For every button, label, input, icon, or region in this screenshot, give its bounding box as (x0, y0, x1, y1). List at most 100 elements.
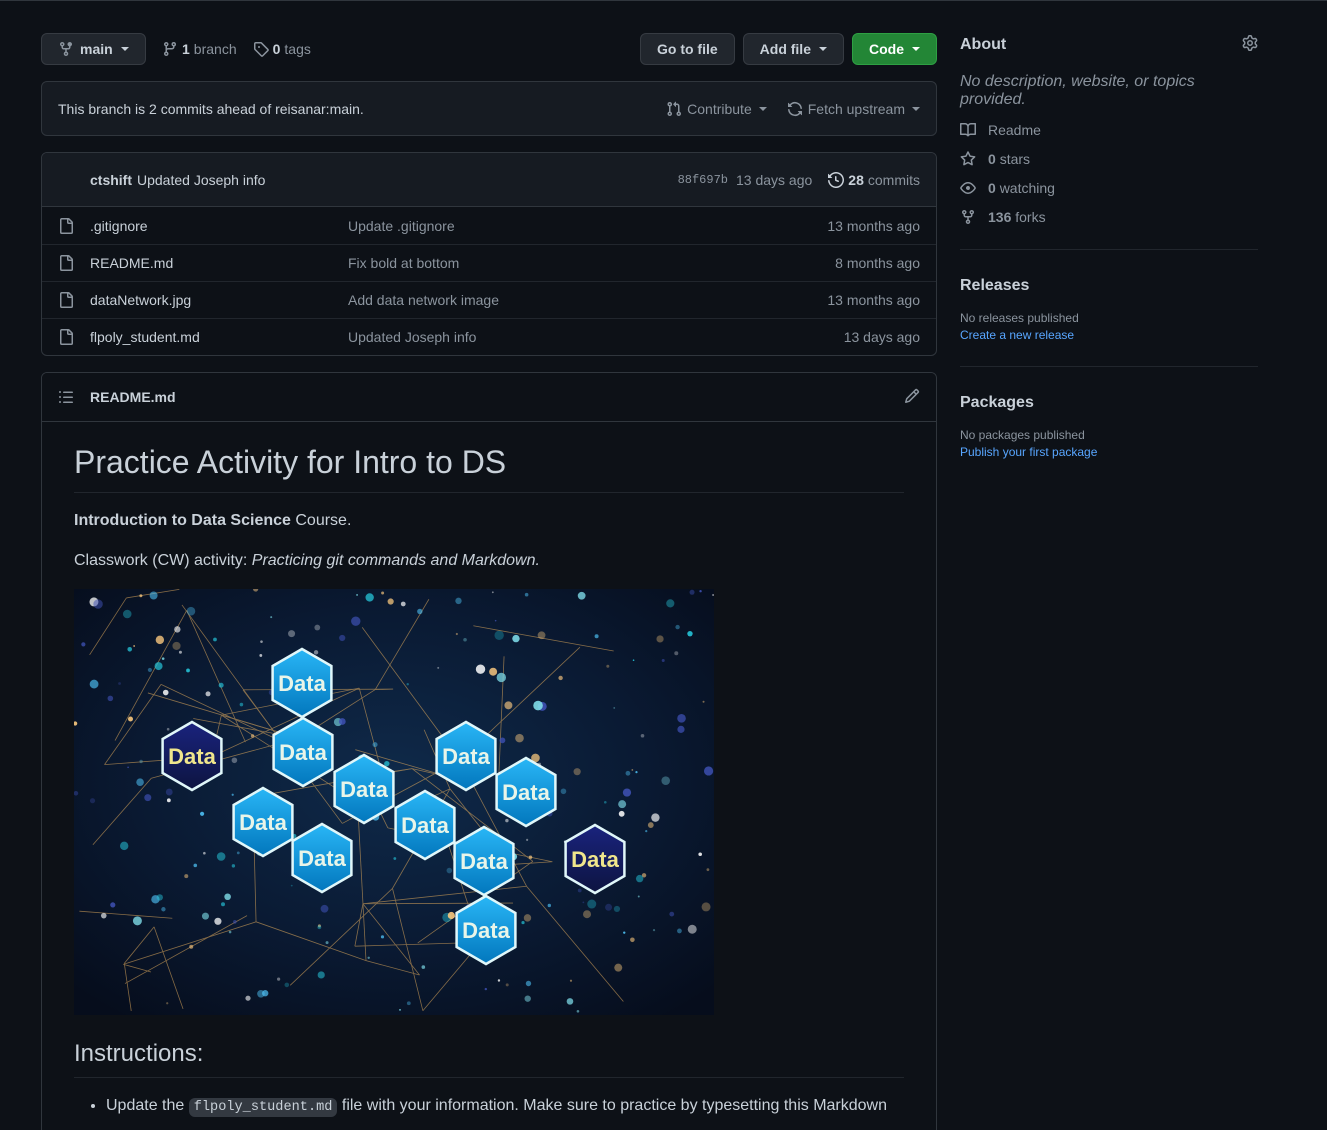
gear-icon[interactable] (1242, 34, 1258, 56)
star-icon (960, 151, 976, 166)
sync-icon (787, 101, 802, 116)
eye-icon (960, 182, 976, 194)
data-hexagon-label: Data (298, 846, 346, 871)
latest-commit-bar: ctshift Updated Joseph info 88f697b 13 d… (42, 153, 936, 207)
file-icon (60, 329, 73, 345)
data-hexagon-label: Data (571, 847, 619, 872)
branch-select-button[interactable]: main (41, 33, 146, 65)
pull-request-icon (667, 101, 682, 116)
about-header: About (960, 33, 1258, 57)
file-navigation: main 1 branch 0 tags Go to file Add file… (41, 33, 937, 65)
file-name[interactable]: flpoly_student.md (90, 329, 348, 345)
divider (960, 249, 1258, 250)
packages-title[interactable]: Packages (960, 391, 1258, 415)
bullet-lead: Update the (106, 1097, 189, 1114)
commits-history-link[interactable]: 28 commits (828, 172, 920, 188)
bullet-rest: file with your information. Make sure to… (337, 1097, 887, 1114)
file-commit-message[interactable]: Fix bold at bottom (348, 255, 459, 271)
readme-link[interactable]: Readme (960, 122, 1258, 138)
commits-label: commits (867, 171, 920, 188)
watchers-link[interactable]: 0 watching (960, 180, 1258, 196)
data-hexagon-label: Data (340, 777, 388, 802)
file-name[interactable]: dataNetwork.jpg (90, 292, 348, 308)
add-file-label: Add file (759, 41, 811, 57)
releases-title[interactable]: Releases (960, 274, 1258, 298)
about-title: About (960, 36, 1007, 53)
tags-count: 0 (272, 41, 281, 57)
ahead-text: This branch is 2 commits ahead of reisan… (58, 100, 364, 117)
forks-label: forks (1015, 209, 1046, 225)
fetch-upstream-button[interactable]: Fetch upstream (787, 101, 920, 117)
instructions-heading: Instructions: (74, 1039, 904, 1078)
go-to-file-button[interactable]: Go to file (639, 33, 735, 65)
branches-link[interactable]: 1 branch (162, 41, 237, 57)
data-hexagon-label: Data (442, 744, 490, 769)
branches-label: branch (193, 41, 237, 57)
data-hexagon-label: Data (279, 740, 327, 765)
fetch-upstream-label: Fetch upstream (807, 100, 905, 117)
table-row[interactable]: dataNetwork.jpg Add data network image 13 … (42, 281, 936, 318)
stars-label: stars (999, 151, 1031, 167)
readme-label: Readme (988, 122, 1041, 138)
publish-package-link[interactable]: Publish your first package (960, 445, 1258, 459)
create-release-link[interactable]: Create a new release (960, 328, 1258, 342)
file-commit-age: 8 months ago (835, 255, 920, 271)
readme-content: Practice Activity for Intro to DS Introd… (42, 422, 936, 1130)
data-hexagon-label: Data (460, 849, 508, 874)
table-row[interactable]: README.md Fix bold at bottom 8 months ago (42, 244, 936, 281)
forks-count: 136 (988, 209, 1012, 225)
list-item: Update the flpoly_student.md file with y… (106, 1094, 904, 1120)
tags-link[interactable]: 0 tags (253, 41, 311, 57)
repo-sidebar: About No description, website, or topics… (960, 33, 1258, 459)
about-description: No description, website, or topics provi… (960, 73, 1195, 108)
no-packages-text: No packages published (960, 428, 1085, 442)
instructions-list: Update the flpoly_student.md file with y… (74, 1094, 904, 1120)
history-icon (828, 171, 845, 188)
data-hexagon-label: Data (502, 780, 550, 805)
data-network-image: Data Data Data Data Data Data Data Data Data Data… (74, 589, 714, 1015)
git-branch-icon (60, 42, 72, 57)
branch-ahead-notice: This branch is 2 commits ahead of reisan… (41, 81, 937, 136)
file-name[interactable]: README.md (90, 255, 348, 271)
commit-message[interactable]: Updated Joseph info (137, 172, 265, 188)
file-commit-message[interactable]: Updated Joseph info (348, 329, 476, 345)
divider (960, 366, 1258, 367)
commits-count: 28 (848, 171, 864, 188)
list-unordered-icon[interactable] (58, 389, 74, 405)
activity-lead: Classwork (CW) activity: (74, 552, 252, 569)
tags-label: tags (284, 41, 311, 57)
file-commit-age: 13 months ago (827, 217, 920, 234)
file-commit-age: 13 days ago (843, 329, 920, 345)
commit-author[interactable]: ctshift (90, 172, 132, 188)
readme-filename[interactable]: README.md (90, 389, 176, 405)
file-commit-age: 13 months ago (827, 292, 920, 308)
file-commit-message[interactable]: Add data network image (348, 292, 499, 308)
forks-link[interactable]: 136 forks (960, 209, 1258, 225)
chevron-down-icon (120, 47, 129, 51)
branches-count: 1 (182, 41, 190, 57)
commit-sha[interactable]: 88f697b (678, 173, 728, 187)
data-hexagon-label: Data (239, 810, 287, 835)
readme-paragraph-course: Introduction to Data Science Course. (74, 509, 904, 533)
contribute-button[interactable]: Contribute (666, 101, 767, 117)
chevron-down-icon (912, 47, 920, 51)
table-row[interactable]: .gitignore Update .gitignore 13 months ago (42, 207, 936, 244)
file-icon (60, 292, 73, 308)
pencil-icon (904, 388, 920, 403)
edit-readme-button[interactable] (904, 388, 920, 407)
file-name[interactable]: .gitignore (90, 218, 348, 234)
git-branch-icon (163, 42, 176, 57)
file-commit-message[interactable]: Update .gitignore (348, 218, 455, 234)
no-releases-text: No releases published (960, 311, 1079, 325)
branch-name: main (80, 41, 113, 57)
stars-link[interactable]: 0 stars (960, 151, 1258, 167)
data-hexagon-label: Data (401, 813, 449, 838)
add-file-button[interactable]: Add file (742, 33, 844, 65)
chevron-down-icon (819, 47, 827, 51)
code-label: Code (869, 41, 904, 57)
table-row[interactable]: flpoly_student.md Updated Joseph info 13 d… (42, 318, 936, 355)
data-hexagon-label: Data (278, 671, 326, 696)
file-icon (60, 217, 73, 234)
code-button[interactable]: Code (852, 33, 937, 65)
watching-count: 0 (988, 180, 996, 196)
